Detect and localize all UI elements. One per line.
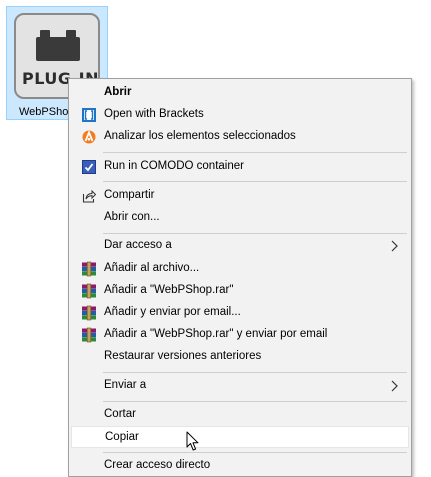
menu-separator — [103, 452, 407, 453]
menu-item-label: Copiar — [105, 431, 139, 443]
menu-item-cut[interactable]: Cortar — [71, 404, 409, 426]
menu-item-open[interactable]: Abrir — [71, 82, 409, 104]
menu-separator — [103, 372, 407, 373]
mouse-cursor-icon — [186, 431, 202, 453]
menu-item-label: Compartir — [104, 189, 155, 201]
menu-item-create-shortcut[interactable]: Crear acceso directo — [71, 455, 409, 476]
comodo-icon — [81, 159, 97, 175]
menu-item-label: Abrir — [104, 86, 132, 98]
menu-item-label: Añadir a "WebPShop.rar" — [104, 284, 234, 296]
menu-separator — [103, 181, 407, 182]
menu-item-add-email[interactable]: Añadir y enviar por email... — [71, 302, 409, 324]
menu-item-copy[interactable]: Copiar — [71, 426, 409, 448]
chevron-right-icon — [389, 379, 399, 393]
desktop: PLUG-IN WebPShop Abrir Open with Bracket… — [0, 0, 431, 477]
winrar-icon — [81, 327, 97, 343]
winrar-icon — [81, 305, 97, 321]
menu-item-share[interactable]: Compartir — [71, 185, 409, 207]
menu-item-open-with-brackets[interactable]: Open with Brackets — [71, 104, 409, 126]
menu-item-label: Analizar los elementos seleccionados — [104, 130, 296, 142]
menu-item-analyze[interactable]: Analizar los elementos seleccionados — [71, 126, 409, 148]
menu-item-label: Añadir y enviar por email... — [104, 306, 241, 318]
menu-item-add-rar[interactable]: Añadir a "WebPShop.rar" — [71, 280, 409, 302]
menu-separator — [103, 233, 407, 234]
share-icon — [81, 188, 97, 204]
menu-item-label: Enviar a — [104, 379, 147, 391]
menu-item-label: Dar acceso a — [104, 239, 172, 251]
menu-item-label: Abrir con... — [104, 211, 160, 223]
menu-item-label: Añadir al archivo... — [104, 262, 200, 274]
menu-item-run-comodo[interactable]: Run in COMODO container — [71, 156, 409, 178]
menu-item-label: Cortar — [104, 408, 136, 420]
menu-item-give-access[interactable]: Dar acceso a — [71, 235, 409, 257]
menu-separator — [103, 401, 407, 402]
puzzle-piece-icon — [36, 30, 80, 61]
menu-item-label: Crear acceso directo — [104, 459, 211, 471]
menu-item-add-rar-email[interactable]: Añadir a "WebPShop.rar" y enviar por ema… — [71, 324, 409, 346]
menu-item-label: Restaurar versiones anteriores — [104, 350, 262, 362]
chevron-right-icon — [389, 239, 399, 253]
menu-item-add-archive[interactable]: Añadir al archivo... — [71, 258, 409, 280]
menu-item-label: Run in COMODO container — [104, 160, 244, 172]
menu-separator — [103, 152, 407, 153]
menu-item-label: Open with Brackets — [104, 108, 204, 120]
winrar-icon — [81, 283, 97, 299]
menu-item-restore-versions[interactable]: Restaurar versiones anteriores — [71, 346, 409, 368]
winrar-icon — [81, 261, 97, 277]
menu-item-label: Añadir a "WebPShop.rar" y enviar por ema… — [104, 328, 328, 340]
menu-item-open-with[interactable]: Abrir con... — [71, 207, 409, 229]
file-name-label: WebPShop — [19, 106, 75, 118]
context-menu: Abrir Open with Brackets Analizar los el… — [68, 78, 412, 477]
menu-item-send-to[interactable]: Enviar a — [71, 375, 409, 397]
avast-icon — [81, 129, 97, 145]
brackets-icon — [81, 107, 97, 123]
